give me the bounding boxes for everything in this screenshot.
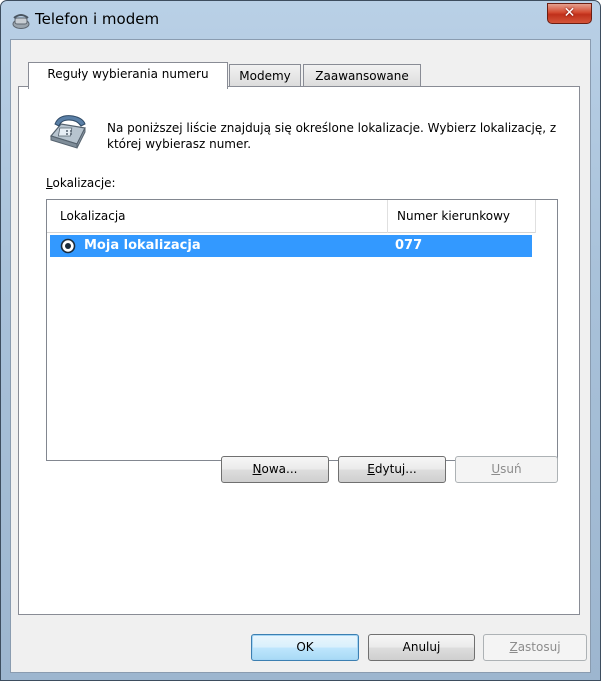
- button-label: Anuluj: [402, 640, 441, 654]
- cancel-button[interactable]: Anuluj: [368, 634, 475, 661]
- accelerator-key: U: [491, 462, 501, 476]
- button-label: owa...: [261, 462, 298, 476]
- radio-selected-icon: [60, 238, 76, 254]
- apply-button[interactable]: Zastosuj: [483, 634, 587, 661]
- column-divider[interactable]: [535, 200, 536, 233]
- button-label: astosuj: [517, 640, 561, 654]
- location-row[interactable]: Moja lokalizacja 077: [50, 235, 532, 257]
- column-header-label: Lokalizacja: [60, 209, 126, 223]
- delete-button[interactable]: Usuń: [455, 456, 558, 483]
- area-code: 077: [395, 238, 423, 253]
- column-header-label: Numer kierunkowy: [397, 209, 510, 223]
- telephone-icon: [49, 115, 86, 149]
- accelerator-key: N: [252, 462, 262, 476]
- window-title: Telefon i modem: [35, 10, 160, 28]
- locations-label: Lokalizacje:: [46, 176, 116, 190]
- edit-button[interactable]: Edytuj...: [338, 456, 446, 483]
- button-label: dytuj...: [374, 462, 417, 476]
- tab-modems[interactable]: Modemy: [229, 64, 301, 86]
- accelerator-key: Z: [509, 640, 518, 654]
- close-icon: ✕: [563, 5, 576, 21]
- ok-button[interactable]: OK: [251, 634, 359, 661]
- locations-label-rest: okalizacje:: [52, 176, 116, 190]
- location-name: Moja lokalizacja: [84, 238, 201, 253]
- button-label: OK: [296, 640, 314, 654]
- close-button[interactable]: ✕: [547, 3, 592, 24]
- tab-label: Modemy: [239, 69, 291, 83]
- tab-label: Zaawansowane: [315, 69, 409, 83]
- locations-list[interactable]: Lokalizacja Numer kierunkowy Moja lokali…: [46, 199, 558, 461]
- description-text: Na poniższej liście znajdują się określo…: [107, 121, 557, 151]
- column-header-location[interactable]: Lokalizacja: [47, 200, 387, 233]
- new-button[interactable]: Nowa...: [221, 456, 329, 483]
- button-label: suń: [500, 462, 522, 476]
- tab-dialing-rules[interactable]: Reguły wybierania numeru: [28, 62, 228, 89]
- accelerator-key: E: [367, 462, 375, 476]
- tab-advanced[interactable]: Zaawansowane: [303, 64, 421, 86]
- tab-label: Reguły wybierania numeru: [47, 67, 209, 81]
- phone-modem-icon: [12, 14, 30, 29]
- title-bar[interactable]: Telefon i modem ✕: [1, 1, 600, 39]
- column-header-area-code[interactable]: Numer kierunkowy: [388, 200, 535, 233]
